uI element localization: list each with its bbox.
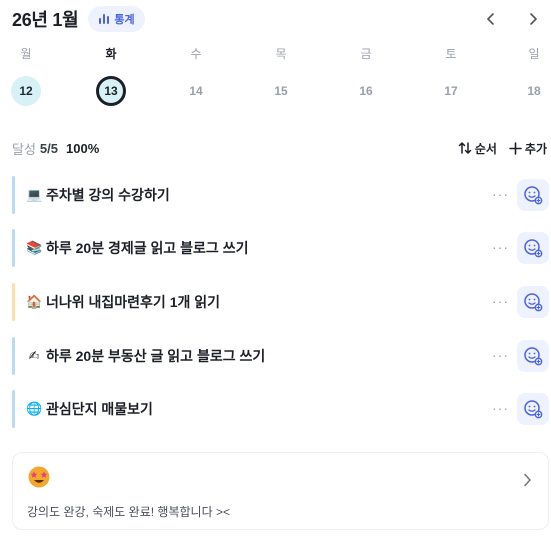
date-number: 16: [359, 84, 373, 98]
more-options-button[interactable]: ···: [492, 347, 509, 363]
progress-count: 5/5: [39, 140, 58, 156]
more-options-button[interactable]: ···: [492, 239, 509, 255]
day-fri[interactable]: 금 16: [346, 46, 386, 106]
add-label: 추가: [524, 141, 547, 156]
todo-title-wrap: 📚 하루 20분 경제글 읽고 블로그 쓰기: [26, 238, 248, 258]
plus-icon: [509, 141, 522, 155]
todo-title-wrap: 🏠 너나위 내집마련후기 1개 읽기: [26, 292, 220, 312]
laptop-icon: 💻: [26, 187, 43, 203]
todo-item[interactable]: 🏠 너나위 내집마련후기 1개 읽기 ···: [12, 283, 549, 321]
day-of-week: 금: [360, 47, 372, 61]
todo-item[interactable]: 🌐 관심단지 매물보기 ···: [12, 390, 549, 428]
date-number: 12: [11, 76, 41, 106]
progress-percent: 100%: [66, 140, 100, 156]
date-number: 15: [274, 84, 288, 98]
date-number: 14: [189, 84, 203, 98]
todo-title: 주차별 강의 수강하기: [46, 187, 170, 203]
smile-add-icon: [524, 347, 543, 366]
todo-color-bar: [12, 390, 15, 428]
todo-title-wrap: 🌐 관심단지 매물보기: [26, 399, 153, 419]
stats-label: 통계: [114, 14, 135, 26]
todo-item[interactable]: 💻 주차별 강의 수강하기 ···: [12, 176, 549, 214]
daily-comment-card[interactable]: 강의도 완강, 숙제도 완료! 행복합니다 ><: [12, 452, 549, 530]
more-options-button[interactable]: ···: [492, 400, 509, 416]
date-number: 18: [527, 84, 541, 98]
month-title: 26년 1월: [12, 10, 79, 30]
day-of-week: 토: [445, 47, 457, 61]
progress-label: 달성: [12, 141, 36, 157]
todo-title: 하루 20분 경제글 읽고 블로그 쓰기: [46, 240, 249, 256]
more-options-button[interactable]: ···: [492, 293, 509, 309]
todo-item[interactable]: ✍ 하루 20분 부동산 글 읽고 블로그 쓰기 ···: [12, 337, 549, 375]
next-week-button[interactable]: [523, 9, 543, 29]
sort-button[interactable]: 순서: [458, 140, 497, 157]
comment-text: 강의도 완강, 숙제도 완료! 행복합니다 ><: [27, 505, 230, 519]
todo-color-bar: [12, 337, 15, 375]
todo-title: 관심단지 매물보기: [46, 401, 153, 417]
smile-add-icon: [524, 186, 543, 205]
globe-icon: 🌐: [26, 401, 43, 417]
day-of-week: 월: [20, 47, 32, 61]
day-of-week: 일: [528, 47, 540, 61]
day-sat[interactable]: 토 17: [431, 46, 471, 106]
sort-label: 순서: [474, 141, 497, 156]
chevron-left-icon: [487, 13, 494, 25]
prev-week-button[interactable]: [481, 9, 501, 29]
calendar-header: 26년 1월 통계: [12, 6, 543, 32]
smile-add-icon: [524, 293, 543, 312]
bar-chart-icon: [99, 14, 110, 24]
reaction-button[interactable]: [517, 286, 549, 318]
writing-hand-icon: ✍: [28, 348, 40, 364]
day-thu[interactable]: 목 15: [261, 46, 301, 106]
open-comment-button[interactable]: [522, 471, 532, 492]
chevron-right-icon: [530, 13, 537, 25]
day-tue[interactable]: 화 13: [91, 46, 131, 106]
day-of-week: 수: [190, 47, 202, 61]
todo-title: 하루 20분 부동산 글 읽고 블로그 쓰기: [46, 348, 266, 364]
date-number: 17: [444, 84, 458, 98]
progress-row: 달성 5/5 100% 순서 추가: [12, 138, 547, 158]
week-strip: 월 12 화 13 수 14 목 15 금 16 토 17 일 18: [0, 46, 551, 116]
day-of-week: 목: [275, 47, 287, 61]
reaction-button[interactable]: [517, 340, 549, 372]
books-icon: 📚: [26, 240, 43, 256]
day-sun[interactable]: 일 18: [514, 46, 551, 106]
stats-button[interactable]: 통계: [88, 6, 145, 32]
add-button[interactable]: 추가: [509, 140, 547, 157]
todo-title-wrap: 💻 주차별 강의 수강하기: [26, 185, 170, 205]
smile-add-icon: [524, 239, 543, 258]
day-mon[interactable]: 월 12: [6, 46, 46, 106]
day-wed[interactable]: 수 14: [176, 46, 216, 106]
todo-title: 너나위 내집마련후기 1개 읽기: [46, 294, 221, 310]
smile-add-icon: [524, 400, 543, 419]
chevron-right-icon: [524, 473, 531, 487]
todo-color-bar: [12, 176, 15, 214]
more-options-button[interactable]: ···: [492, 186, 509, 202]
todo-color-bar: [12, 229, 15, 267]
reaction-button[interactable]: [517, 393, 549, 425]
reaction-button[interactable]: [517, 232, 549, 264]
sort-arrows-icon: [458, 142, 472, 154]
reaction-button[interactable]: [517, 179, 549, 211]
day-of-week: 화: [105, 47, 117, 61]
todo-title-wrap: ✍ 하루 20분 부동산 글 읽고 블로그 쓰기: [26, 346, 266, 366]
house-icon: 🏠: [26, 294, 43, 310]
star-struck-emoji-icon: [27, 465, 51, 494]
todo-color-bar: [12, 283, 15, 321]
date-number-today: 13: [96, 76, 126, 106]
todo-item[interactable]: 📚 하루 20분 경제글 읽고 블로그 쓰기 ···: [12, 229, 549, 267]
